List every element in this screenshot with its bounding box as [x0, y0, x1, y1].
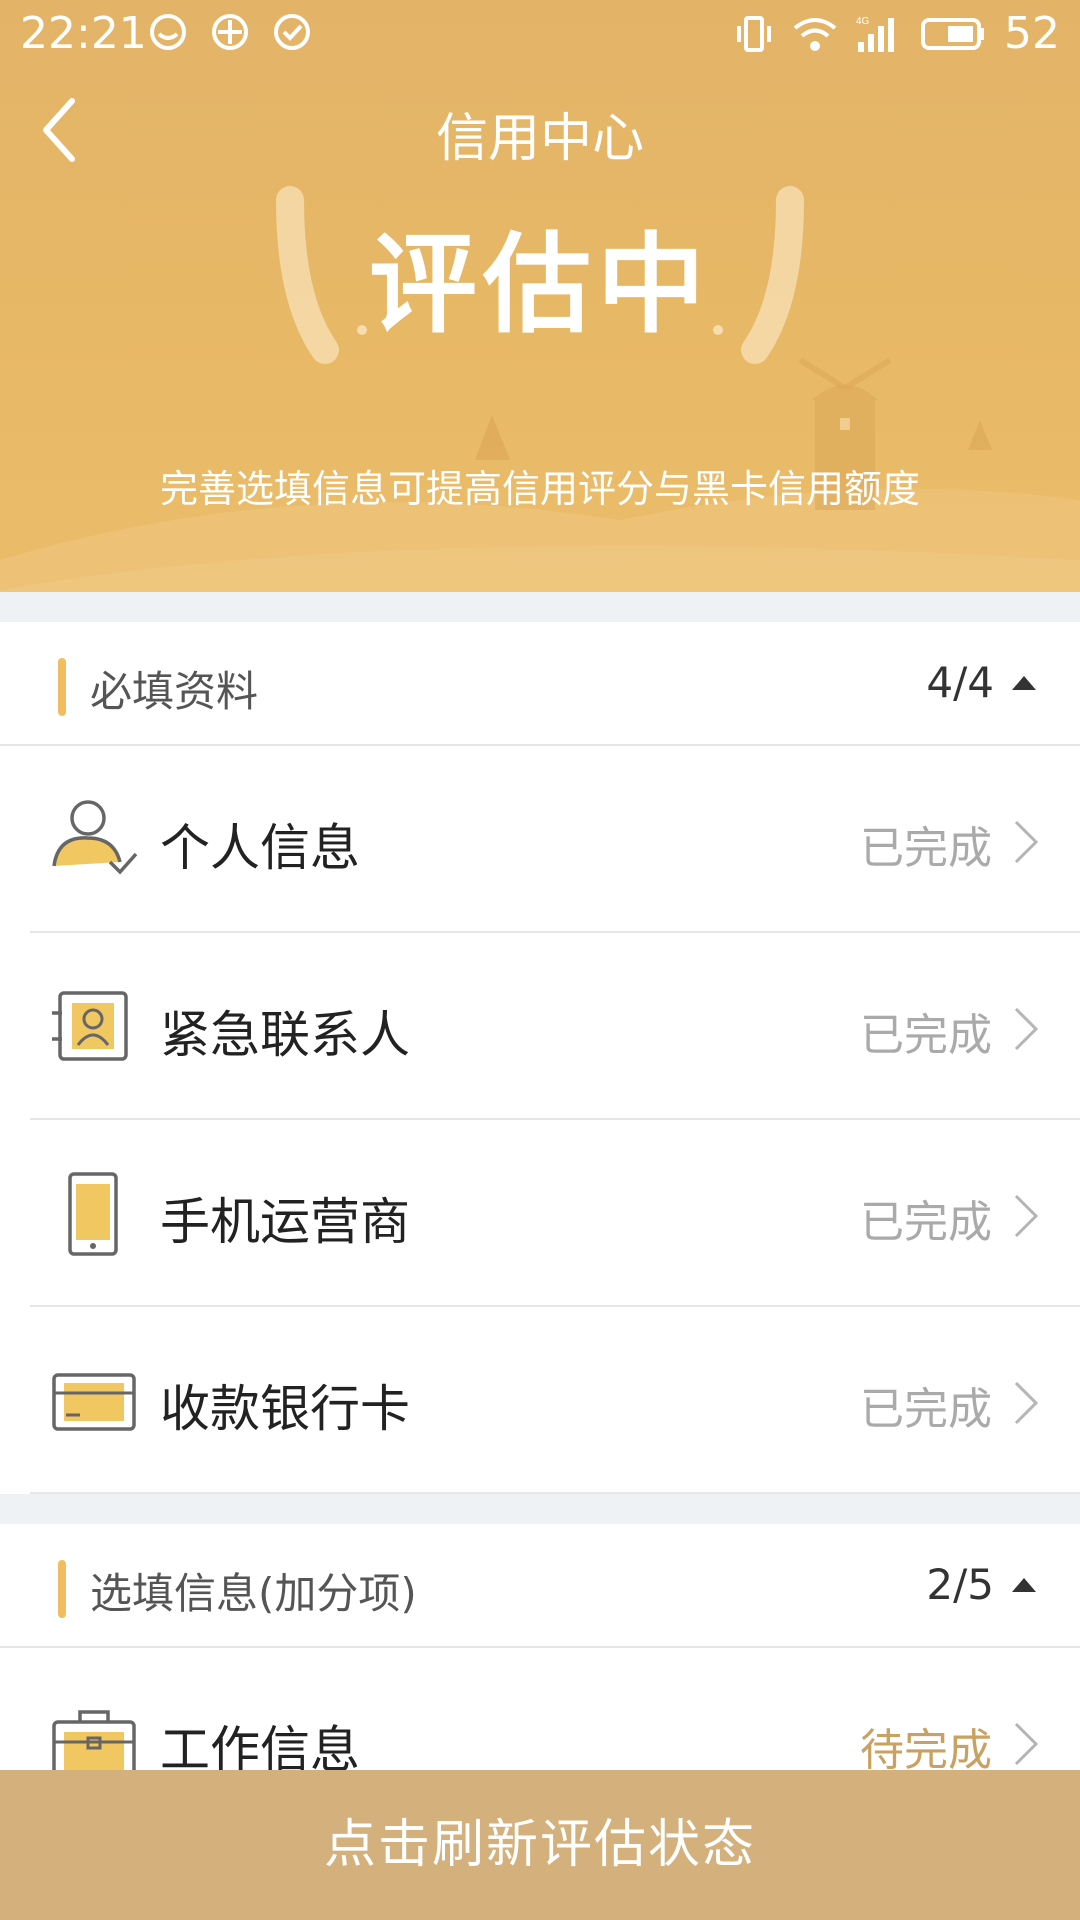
chevron-right-icon	[1014, 820, 1039, 864]
list-item-work-info[interactable]: 工作信息 待完成	[0, 1648, 1080, 1770]
collapse-arrow-icon[interactable]	[1012, 676, 1036, 690]
bank-card-icon	[52, 1373, 136, 1431]
list-item-mobile-carrier[interactable]: 手机运营商 已完成	[0, 1120, 1080, 1307]
row-status: 待完成	[860, 1725, 992, 1770]
battery-percent: 52	[1004, 8, 1060, 59]
chevron-right-icon	[1014, 1007, 1039, 1051]
phone-icon	[68, 1172, 118, 1256]
row-label: 个人信息	[160, 819, 360, 877]
notification-icons	[148, 12, 312, 52]
row-label: 紧急联系人	[160, 1006, 410, 1064]
cellular-signal-icon: 4G	[856, 16, 894, 52]
collapse-arrow-icon[interactable]	[1012, 1578, 1036, 1592]
optional-section-header[interactable]: 选填信息(加分项) 2/5	[0, 1524, 1080, 1648]
status-time: 22:21	[20, 8, 147, 59]
hero-tip: 完善选填信息可提高信用评分与黑卡信用额度	[159, 467, 920, 511]
row-status: 已完成	[860, 1384, 992, 1435]
optional-section: 选填信息(加分项) 2/5 工作信息 待完成	[0, 1524, 1080, 1770]
chevron-right-icon	[1014, 1722, 1039, 1766]
evaluation-status: 评估中	[368, 223, 711, 348]
wifi-icon	[793, 17, 837, 51]
person-check-icon	[52, 800, 138, 875]
battery-icon	[921, 17, 984, 50]
required-section-header[interactable]: 必填资料 4/4	[0, 622, 1080, 746]
list-item-bank-card[interactable]: 收款银行卡 已完成	[0, 1307, 1080, 1494]
section-accent-bar	[58, 1560, 66, 1618]
status-right-group: 4G 52	[734, 8, 1060, 59]
hero-header: 22:21 4G 52 信用中心 评估中 完善选填信息可提高信用评分与黑卡信用额…	[0, 0, 1080, 592]
section-title: 选填信息(加分项)	[90, 1569, 417, 1618]
row-label: 手机运营商	[160, 1193, 410, 1251]
section-title: 必填资料	[90, 667, 259, 716]
vibrate-icon	[737, 15, 771, 52]
row-label: 工作信息	[160, 1721, 360, 1770]
row-status: 已完成	[860, 1197, 992, 1248]
row-status: 已完成	[860, 1010, 992, 1061]
nav-bar: 信用中心	[0, 90, 1080, 174]
required-section: 必填资料 4/4 个人信息 已完成 紧急联系人 已完成 手机运营商 已完成 收款…	[0, 622, 1080, 1494]
chevron-right-icon	[1014, 1194, 1039, 1238]
briefcase-icon	[52, 1710, 136, 1770]
app-notification-icon	[150, 14, 186, 50]
contact-card-icon	[52, 991, 128, 1061]
list-item-personal-info[interactable]: 个人信息 已完成	[0, 746, 1080, 933]
chevron-right-icon	[1014, 1381, 1039, 1425]
refresh-status-button[interactable]: 点击刷新评估状态	[0, 1770, 1080, 1920]
section-count: 4/4	[926, 658, 994, 707]
page-title: 信用中心	[435, 109, 644, 169]
list-item-emergency-contact[interactable]: 紧急联系人 已完成	[0, 933, 1080, 1120]
sync-notification-icon	[212, 14, 248, 50]
section-accent-bar	[58, 658, 66, 716]
section-count: 2/5	[926, 1560, 994, 1609]
status-bar: 22:21 4G 52	[0, 0, 1080, 68]
row-status: 已完成	[860, 823, 992, 874]
row-label: 收款银行卡	[160, 1380, 410, 1438]
check-notification-icon	[274, 14, 310, 50]
network-type-label: 4G	[856, 16, 870, 27]
